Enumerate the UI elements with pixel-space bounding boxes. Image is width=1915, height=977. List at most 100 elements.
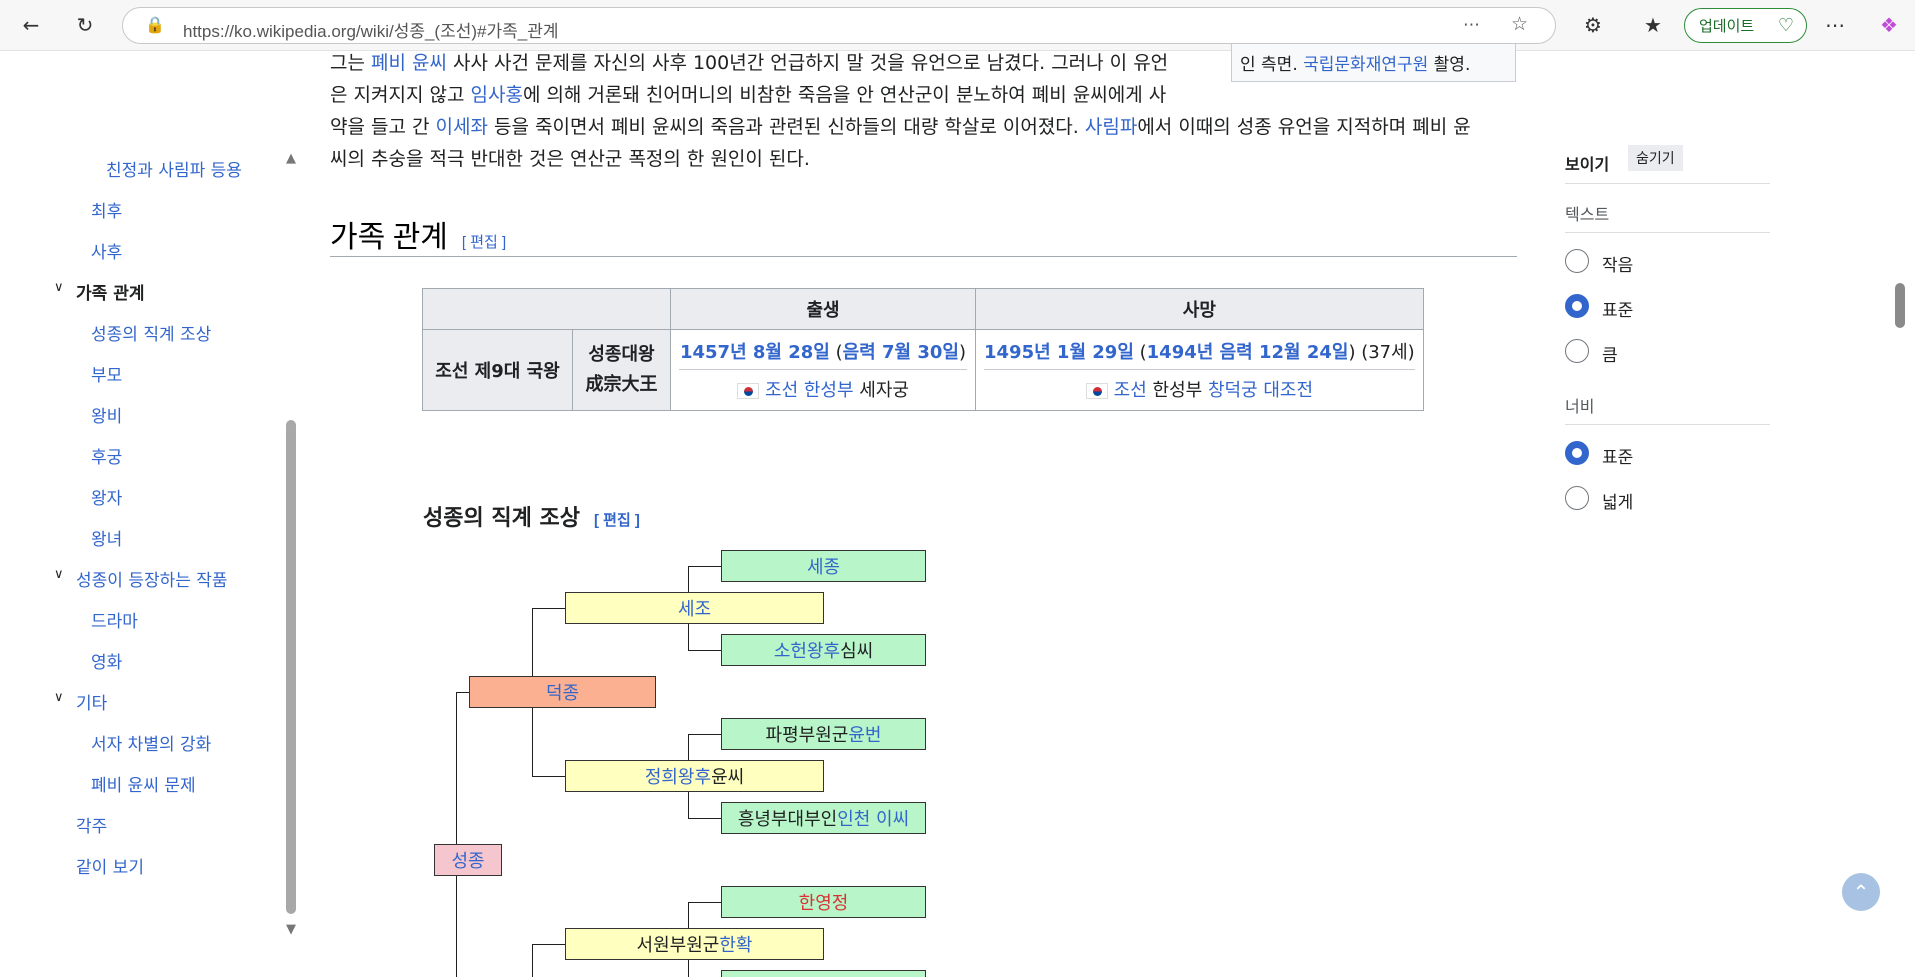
yunbeon-link[interactable]: 윤번 (848, 721, 881, 747)
birth-date-link[interactable]: 1457년 8월 28일 (680, 342, 830, 363)
update-label: 업데이트 (1699, 17, 1755, 35)
link-pyebi-yunssi[interactable]: 폐비 윤씨 (371, 52, 447, 74)
death-date-row: 1495년 1월 29일 (1494년 음력 12월 24일) (37세) (984, 332, 1415, 370)
text: 에서 이때의 성종 유언을 지적하며 폐비 윤 (1137, 116, 1471, 138)
toc-item-notes[interactable]: 각주 (76, 812, 107, 837)
caption-tail: 촬영. (1428, 55, 1471, 75)
toc-item-drama[interactable]: 드라마 (91, 607, 138, 632)
text: 약을 들고 간 (330, 116, 436, 138)
death-date-link[interactable]: 1495년 1월 29일 (984, 342, 1134, 363)
toc-item-sarimpa[interactable]: 친정과 사림파 등용 (106, 156, 242, 181)
death-lunar-link[interactable]: 1494년 음력 12월 24일 (1147, 342, 1349, 363)
link-sarimpa[interactable]: 사림파 (1085, 116, 1137, 138)
link-isejwa[interactable]: 이세좌 (436, 116, 488, 138)
url-text: https://ko.wikipedia.org/wiki/성종_(조선)#가족… (183, 22, 559, 41)
chevron-down-icon[interactable]: ∨ (54, 280, 64, 295)
jeonghui-link[interactable]: 정희왕후 (645, 763, 711, 789)
empty-header (422, 288, 671, 330)
chevron-down-icon[interactable]: ∨ (54, 690, 64, 705)
radio-width-wide[interactable] (1565, 486, 1589, 510)
hanhwak-link[interactable]: 한확 (719, 931, 752, 957)
paragraph-line-3: 약을 들고 간 이세좌 등을 죽이면서 폐비 윤씨의 죽음과 관련된 신하들의 … (330, 111, 1471, 143)
death-country-link[interactable]: 조선 (1114, 380, 1147, 401)
reload-icon[interactable]: ↻ (68, 8, 102, 42)
tree-node-sejo: 세조 (565, 592, 824, 624)
tree-node-soheon: 소헌왕후 심씨 (721, 634, 926, 666)
paragraph-line-1: 그는 폐비 윤씨 사사 사건 문제를 자신의 사후 100년간 언급하지 말 것… (330, 47, 1168, 79)
tree-node-seowon: 서원부원군 한확 (565, 928, 824, 960)
death-place-row: 조선 한성부 창덕궁 대조전 (984, 370, 1415, 408)
soheon-link[interactable]: 소헌왕후 (774, 637, 840, 663)
radio-label: 넓게 (1602, 493, 1634, 513)
radio-text-large[interactable] (1565, 339, 1589, 363)
copilot-icon[interactable]: ❖ (1872, 8, 1906, 42)
lock-icon[interactable]: 🔒 (145, 15, 165, 34)
edit-link[interactable]: [ 편집 ] (594, 512, 640, 529)
toc-item-see-also[interactable]: 같이 보기 (76, 853, 144, 878)
radio-width-standard[interactable] (1565, 441, 1589, 465)
tree-connector (532, 944, 533, 977)
toc-item-queens[interactable]: 왕비 (91, 402, 122, 427)
menu-icon[interactable]: ⋯ (1818, 8, 1852, 42)
heading-divider (330, 256, 1517, 257)
incheon-lee-link[interactable]: 인천 이씨 (837, 805, 909, 831)
toc-item-works[interactable]: 성종이 등장하는 작품 (76, 566, 228, 591)
deokjong-link[interactable]: 덕종 (546, 679, 579, 705)
toc-item-etc[interactable]: 기타 (76, 689, 107, 714)
caption-text: 인 측면. (1240, 55, 1304, 75)
korea-flag-icon (1085, 383, 1108, 399)
toc-scrollbar-thumb[interactable] (286, 420, 296, 914)
toc-item-sahu[interactable]: 사후 (91, 238, 122, 263)
toc-item-princes[interactable]: 왕자 (91, 484, 122, 509)
back-icon[interactable]: ← (14, 8, 48, 42)
hide-button[interactable]: 숨기기 (1628, 145, 1683, 171)
link-imsahong[interactable]: 임사홍 (470, 84, 522, 106)
radio-label: 큼 (1602, 346, 1618, 366)
toc-item-film[interactable]: 영화 (91, 648, 122, 673)
more-options-icon[interactable]: ⋯ (1463, 15, 1480, 35)
update-button[interactable]: 업데이트 ♡ (1684, 8, 1807, 43)
sejo-link[interactable]: 세조 (678, 595, 711, 621)
birth-country-link[interactable]: 조선 (765, 380, 798, 401)
tree-connector (688, 734, 721, 735)
toc-scroll-down-icon[interactable]: ▼ (286, 922, 296, 937)
toc-item-princesses[interactable]: 왕녀 (91, 525, 122, 550)
seongjong-link[interactable]: 성종 (451, 847, 484, 873)
death-city: 한성부 (1152, 380, 1203, 401)
hanyeongjeong-link[interactable]: 한영정 (799, 889, 849, 915)
toc-scroll-up-icon[interactable]: ▲ (286, 151, 296, 166)
tree-node-seongjong: 성종 (434, 844, 502, 876)
toc-item-pyebi[interactable]: 폐비 윤씨 문제 (91, 771, 196, 796)
caption-link[interactable]: 국립문화재연구원 (1303, 55, 1428, 75)
page-scrollbar-thumb[interactable] (1895, 283, 1905, 328)
radio-text-small[interactable] (1565, 249, 1589, 273)
divider (1565, 183, 1770, 184)
toc-item-choehu[interactable]: 최후 (91, 197, 122, 222)
toc-item-concubines[interactable]: 후궁 (91, 443, 122, 468)
toc-item-parents[interactable]: 부모 (91, 361, 122, 386)
header-birth: 출생 (670, 288, 976, 330)
radio-text-standard[interactable] (1565, 294, 1589, 318)
tree-node-jeonghui: 정희왕후 윤씨 (565, 760, 824, 792)
favorites-icon[interactable]: ★ (1636, 8, 1670, 42)
birth-city-link[interactable]: 한성부 (804, 380, 854, 401)
tree-connector (456, 692, 457, 977)
tree-node-deokjong: 덕종 (469, 676, 656, 708)
death-cell: 1495년 1월 29일 (1494년 음력 12월 24일) (37세) 조선… (975, 329, 1424, 411)
chevron-down-icon[interactable]: ∨ (54, 567, 64, 582)
extensions-icon[interactable]: ⚙ (1576, 8, 1610, 42)
edit-link[interactable]: [ 편집 ] (462, 234, 506, 251)
address-bar[interactable]: 🔒 https://ko.wikipedia.org/wiki/성종_(조선)#… (122, 7, 1556, 44)
birth-lunar-link[interactable]: 음력 7월 30일 (843, 342, 959, 363)
toc-item-family[interactable]: 가족 관계 (76, 279, 144, 304)
appearance-title: 보이기 (1565, 155, 1610, 174)
scroll-to-top-icon[interactable]: ⌃ (1842, 873, 1880, 911)
sejong-link[interactable]: 세종 (807, 553, 840, 579)
toc-item-seoja[interactable]: 서자 차별의 강화 (91, 730, 211, 755)
death-place-link[interactable]: 창덕궁 대조전 (1208, 380, 1313, 401)
birth-place: 세자궁 (859, 380, 909, 401)
paragraph-line-4: 씨의 추숭을 적극 반대한 것은 연산군 폭정의 한 원인이 된다. (330, 148, 810, 170)
favorite-star-icon[interactable]: ☆ (1511, 13, 1528, 35)
toc-item-ancestors[interactable]: 성종의 직계 조상 (91, 320, 211, 345)
row-title: 조선 제9대 국왕 (422, 329, 573, 411)
